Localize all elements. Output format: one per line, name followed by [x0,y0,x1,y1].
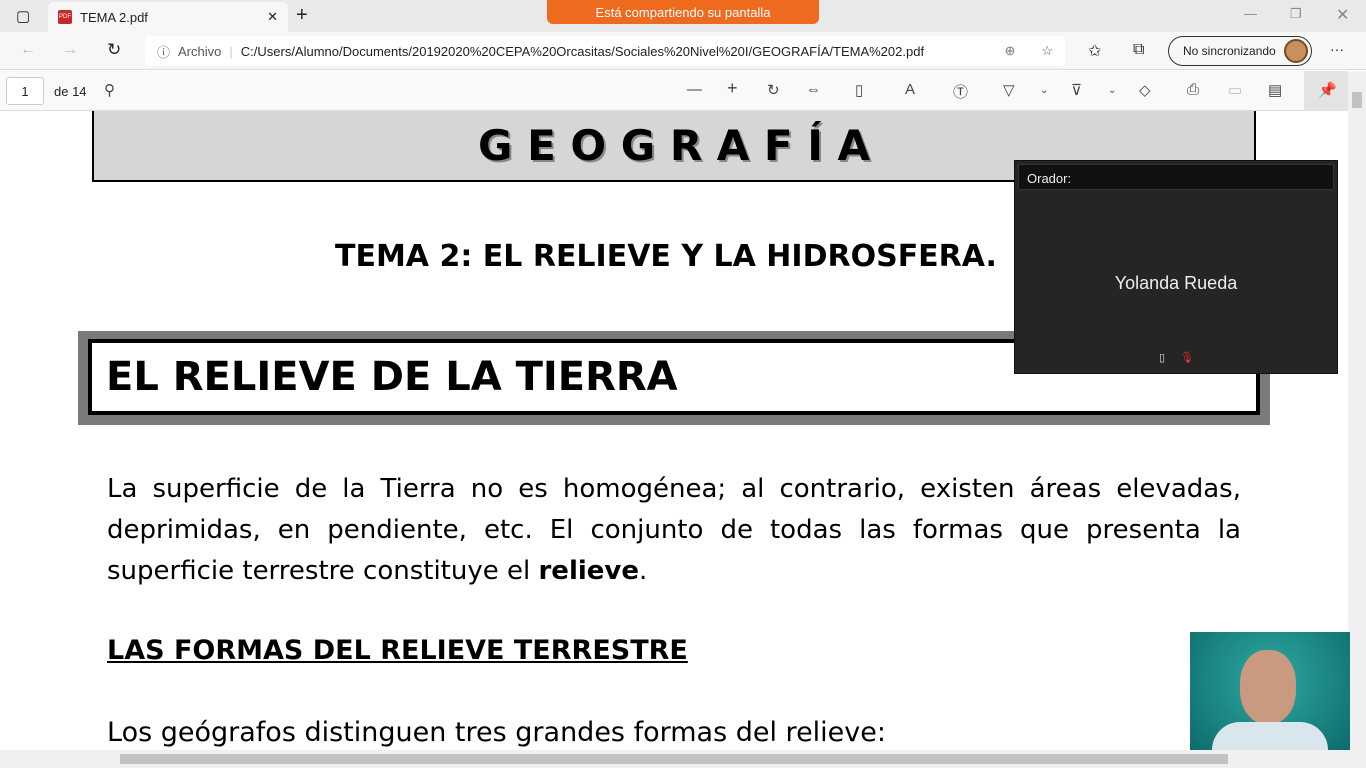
device-icon: ▯ [1159,352,1166,364]
speaker-label: Orador: [1018,164,1334,190]
pdf-toolbar: 1 de 14 ⚲ — + ↻ ⇔ ▯ A Ⓣ ▽ ⌄ ⊽ ⌄ ◇ ⎙ ▭ ▤ … [0,71,1366,111]
highlight-icon[interactable]: ⊽ [1071,81,1082,99]
read-aloud-icon[interactable]: A [905,81,915,98]
url-text: C:/Users/Alumno/Documents/20192020%20CEP… [240,43,925,59]
info-icon: ⓘ [157,44,171,60]
tab-actions-icon[interactable]: ▢ [16,7,30,25]
favorites-icon[interactable]: ✩ [1088,41,1101,61]
face [1240,650,1296,724]
highlight-dropdown-icon[interactable]: ⌄ [1108,85,1116,96]
speaker-name: Yolanda Rueda [1114,273,1238,293]
save-as-icon[interactable]: ▤ [1268,81,1282,99]
vertical-scrollbar[interactable] [1348,72,1366,750]
subheading: LAS FORMAS DEL RELIEVE TERRESTRE [107,635,688,666]
speaker-panel: Orador: Yolanda Rueda ▯ 🎙 [1014,160,1338,374]
avatar [1283,39,1308,63]
tema-title: TEMA 2: EL RELIEVE Y LA HIDROSFERA. [335,239,997,274]
address-label: Archivo [178,43,222,59]
page-view-icon[interactable]: ▯ [855,81,863,99]
sync-label: No sincronizando [1183,44,1276,58]
pdf-icon: PDF [58,10,72,24]
body-line: Los geógrafos distinguen tres grandes fo… [107,717,886,748]
collections-icon[interactable]: ⧉ [1133,41,1144,59]
new-tab-icon[interactable]: + [296,4,308,27]
tab-bar: ▢ PDF TEMA 2.pdf ✕ + Está compartiendo s… [0,0,1366,32]
text-icon[interactable]: Ⓣ [953,81,968,102]
save-icon[interactable]: ▭ [1228,81,1242,99]
zoom-out-icon[interactable]: — [687,81,702,98]
h-scroll-thumb[interactable] [120,754,1228,764]
share-banner[interactable]: Está compartiendo su pantalla [547,0,819,24]
mic-muted-icon: 🎙 [1180,352,1194,364]
webcam-video [1190,632,1350,750]
zoom-in-icon[interactable]: + [727,78,738,99]
back-icon[interactable]: ← [20,41,36,59]
fit-width-icon[interactable]: ⇔ [806,81,821,98]
scroll-thumb[interactable] [1352,92,1362,108]
page-total: de 14 [54,84,87,99]
zoom-icon[interactable]: ⊕ [1004,43,1015,59]
rotate-icon[interactable]: ↻ [767,81,780,99]
profile-button[interactable]: No sincronizando [1168,36,1312,66]
shirt [1212,722,1328,750]
restore-icon[interactable]: ❐ [1290,6,1302,22]
search-icon[interactable]: ⚲ [104,81,115,99]
close-window-icon[interactable]: ✕ [1336,5,1349,25]
eraser-icon[interactable]: ◇ [1139,81,1151,99]
address-input[interactable]: ⓘ Archivo | C:/Users/Alumno/Documents/20… [145,36,1065,66]
close-tab-icon[interactable]: ✕ [267,9,278,25]
address-bar-row: ← → ↻ ⓘ Archivo | C:/Users/Alumno/Docume… [0,32,1366,70]
more-icon[interactable]: ··· [1330,41,1344,57]
pin-icon: 📌 [1318,82,1337,99]
refresh-icon[interactable]: ↻ [107,40,121,60]
draw-icon[interactable]: ▽ [1003,81,1015,99]
horizontal-scrollbar[interactable] [0,750,1366,768]
page-number: 1 [21,83,29,99]
pin-toolbar-button[interactable]: 📌 [1304,71,1348,111]
forward-icon[interactable]: → [62,41,78,59]
print-icon[interactable]: ⎙ [1187,81,1199,98]
page-number-input[interactable]: 1 [6,77,44,105]
minimize-icon[interactable]: — [1244,6,1257,21]
add-favorite-icon[interactable]: ☆ [1041,43,1053,59]
draw-dropdown-icon[interactable]: ⌄ [1040,85,1048,96]
intro-paragraph: La superficie de la Tierra no es homogén… [107,474,1241,586]
tab-title: TEMA 2.pdf [80,9,148,25]
tab-tema2[interactable]: PDF TEMA 2.pdf ✕ [48,2,288,32]
